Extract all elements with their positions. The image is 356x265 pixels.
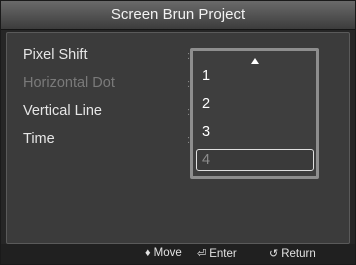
menu-item-horizontal-dot: Horizontal Dot [23,75,115,91]
osd-title: Screen Brun Project [1,1,355,30]
menu-item-vertical-line[interactable]: Vertical Line [23,103,102,119]
menu-item-pixel-shift[interactable]: Pixel Shift [23,47,87,63]
hint-enter-label: Enter [209,248,237,260]
footer-hints: ♦ Move ⏎ Enter ↺ Return [1,244,355,264]
screen-burn-osd: Screen Brun Project Pixel Shift : Horizo… [0,0,356,265]
hint-return: ↺ Return [269,247,316,260]
hint-move-label: Move [153,247,182,259]
dropdown-option-1[interactable]: 1 [202,68,210,84]
hint-enter: ⏎ Enter [197,247,237,260]
dropdown-option-3[interactable]: 3 [202,124,210,140]
menu-item-time[interactable]: Time [23,131,55,147]
dropdown-option-4-selected[interactable]: 4 [196,149,314,171]
updown-arrows-icon: ♦ [145,247,151,259]
return-icon: ↺ [269,248,279,260]
dropdown-option-4: 4 [202,152,211,168]
scroll-up-icon[interactable] [251,58,259,64]
dropdown-option-2[interactable]: 2 [202,96,210,112]
hint-move: ♦ Move [145,247,182,259]
enter-icon: ⏎ [197,248,207,260]
value-dropdown[interactable]: 1 2 3 4 [190,48,319,179]
hint-return-label: Return [281,248,316,260]
